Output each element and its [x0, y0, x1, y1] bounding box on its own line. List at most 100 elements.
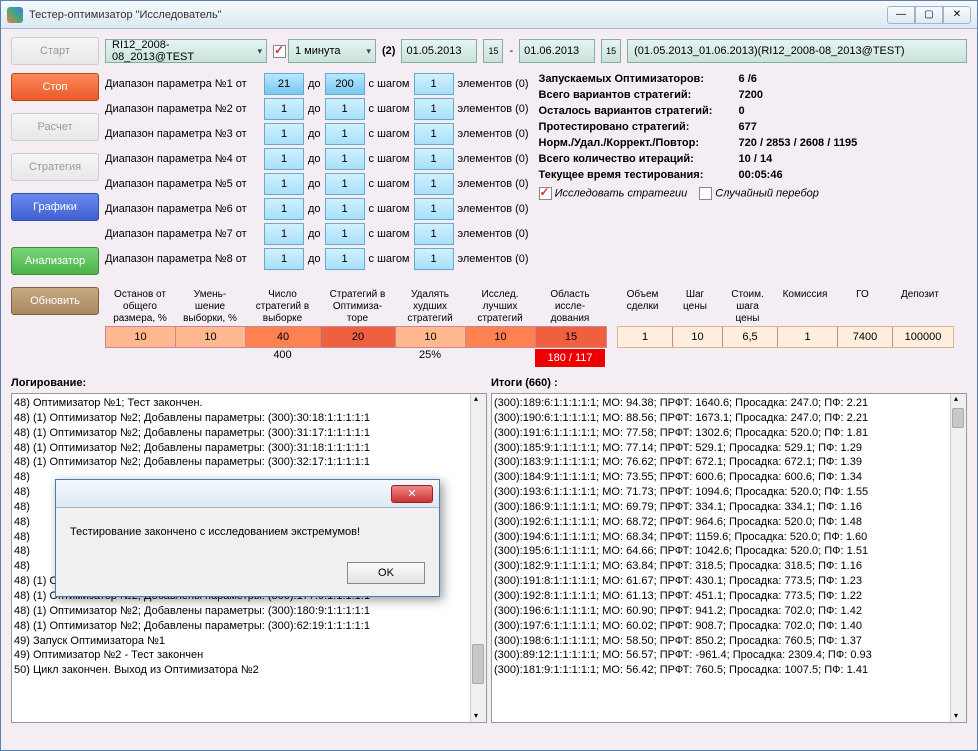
result-line: (300):198:6:1:1:1:1:1; МО: 58.50; ПРФТ: … [494, 634, 964, 649]
app-window: Тестер-оптимизатор "Исследователь" — ▢ ✕… [0, 0, 978, 751]
log-line: 48) Оптимизатор №1; Тест закончен. [14, 396, 484, 411]
results-box[interactable]: (300):189:6:1:1:1:1:1; МО: 94.38; ПРФТ: … [491, 393, 967, 723]
result-line: (300):183:9:1:1:1:1:1; МО: 76.62; ПРФТ: … [494, 455, 964, 470]
param-to-input[interactable]: 1 [325, 98, 365, 120]
random-label: Случайный перебор [715, 187, 819, 199]
param-elem-label: элементов (0) [458, 128, 529, 140]
stat-val-4: 677 [739, 121, 757, 133]
param-from-input[interactable]: 1 [264, 198, 304, 220]
param-from-input[interactable]: 21 [264, 73, 304, 95]
stat-label-1: Запускаемых Оптимизаторов: [539, 73, 739, 85]
below-5: 25% [395, 349, 465, 367]
param-step-input[interactable]: 1 [414, 123, 454, 145]
td-10[interactable]: 6,5 [723, 327, 778, 347]
result-line: (300):190:6:1:1:1:1:1; МО: 88.56; ПРФТ: … [494, 411, 964, 426]
strategy-dropdown[interactable]: RI12_2008-08_2013@TEST [105, 39, 267, 63]
stat-val-3: 0 [739, 105, 745, 117]
param-to-input[interactable]: 200 [325, 73, 365, 95]
param-to-input[interactable]: 1 [325, 198, 365, 220]
td-8[interactable]: 1 [618, 327, 673, 347]
td-1[interactable]: 10 [106, 327, 176, 347]
calc-button[interactable]: Расчет [11, 113, 99, 141]
log-line: 48) (1) Оптимизатор №2; Добавлены параме… [14, 455, 484, 470]
date-to-input[interactable]: 01.06.2013 [519, 39, 595, 63]
param-label: Диапазон параметра №4 от [105, 153, 260, 165]
stat-val-1: 6 /6 [739, 73, 757, 85]
td-13[interactable]: 100000 [893, 327, 953, 347]
param-step-input[interactable]: 1 [414, 223, 454, 245]
param-step-input[interactable]: 1 [414, 173, 454, 195]
param-label: Диапазон параметра №5 от [105, 178, 260, 190]
analyzer-button[interactable]: Анализатор [11, 247, 99, 275]
param-step-input[interactable]: 1 [414, 198, 454, 220]
stat-label-5: Норм./Удал./Коррект./Повтор: [539, 137, 739, 149]
log-line: 48) (1) Оптимизатор №2; Добавлены параме… [14, 441, 484, 456]
calendar-to-icon[interactable]: 15 [601, 39, 621, 63]
result-line: (300):195:6:1:1:1:1:1; МО: 64.66; ПРФТ: … [494, 544, 964, 559]
param-from-input[interactable]: 1 [264, 123, 304, 145]
log-line: 48) (1) Оптимизатор №2; Добавлены параме… [14, 619, 484, 634]
below-3: 400 [245, 349, 320, 367]
results-scrollbar[interactable] [950, 394, 966, 722]
param-to-input[interactable]: 1 [325, 248, 365, 270]
param-from-input[interactable]: 1 [264, 248, 304, 270]
research-checkbox[interactable] [539, 187, 552, 200]
result-line: (300):189:6:1:1:1:1:1; МО: 94.38; ПРФТ: … [494, 396, 964, 411]
param-step-input[interactable]: 1 [414, 98, 454, 120]
stop-button[interactable]: Стоп [11, 73, 99, 101]
param-from-input[interactable]: 1 [264, 223, 304, 245]
random-checkbox[interactable] [699, 187, 712, 200]
start-button[interactable]: Старт [11, 37, 99, 65]
param-to-input[interactable]: 1 [325, 173, 365, 195]
param-row: Диапазон параметра №2 от1до1с шагом1элем… [105, 98, 529, 120]
th-5: Удалять худших стратегий [395, 288, 465, 326]
result-line: (300):194:6:1:1:1:1:1; МО: 68.34; ПРФТ: … [494, 530, 964, 545]
param-label: Диапазон параметра №2 от [105, 103, 260, 115]
param-row: Диапазон параметра №5 от1до1с шагом1элем… [105, 173, 529, 195]
date-from-input[interactable]: 01.05.2013 [401, 39, 477, 63]
td-5[interactable]: 10 [396, 327, 466, 347]
param-from-input[interactable]: 1 [264, 98, 304, 120]
refresh-button[interactable]: Обновить [11, 287, 99, 315]
param-from-input[interactable]: 1 [264, 173, 304, 195]
param-from-input[interactable]: 1 [264, 148, 304, 170]
calendar-from-icon[interactable]: 15 [483, 39, 503, 63]
param-step-input[interactable]: 1 [414, 148, 454, 170]
stat-label-7: Текущее время тестирования: [539, 169, 739, 181]
td-2[interactable]: 10 [176, 327, 246, 347]
td-4[interactable]: 20 [321, 327, 396, 347]
param-step-input[interactable]: 1 [414, 248, 454, 270]
close-button[interactable]: ✕ [943, 6, 971, 24]
result-line: (300):185:9:1:1:1:1:1; МО: 77.14; ПРФТ: … [494, 441, 964, 456]
td-7[interactable]: 15 [536, 327, 606, 347]
th-10: Стоим. шага цены [720, 288, 775, 326]
modal-close-button[interactable]: ✕ [391, 485, 433, 503]
stat-label-6: Всего количество итераций: [539, 153, 739, 165]
minimize-button[interactable]: — [887, 6, 915, 24]
param-step-input[interactable]: 1 [414, 73, 454, 95]
td-3[interactable]: 40 [246, 327, 321, 347]
timeframe-checkbox[interactable] [273, 45, 286, 58]
modal-message: Тестирование закончено с исследованием э… [70, 526, 425, 538]
result-line: (300):89:12:1:1:1:1:1; МО: 56.57; ПРФТ: … [494, 648, 964, 663]
message-dialog: ✕ Тестирование закончено с исследованием… [55, 479, 440, 597]
result-line: (300):196:6:1:1:1:1:1; МО: 60.90; ПРФТ: … [494, 604, 964, 619]
param-row: Диапазон параметра №8 от1до1с шагом1элем… [105, 248, 529, 270]
stat-label-4: Протестировано стратегий: [539, 121, 739, 133]
param-to-input[interactable]: 1 [325, 123, 365, 145]
charts-button[interactable]: Графики [11, 193, 99, 221]
param-to-input[interactable]: 1 [325, 148, 365, 170]
param-to-input[interactable]: 1 [325, 223, 365, 245]
strategy-button[interactable]: Стратегия [11, 153, 99, 181]
th-3: Число стратегий в выборке [245, 288, 320, 326]
timeframe-dropdown[interactable]: 1 минута [288, 39, 376, 63]
window-title: Тестер-оптимизатор "Исследователь" [29, 9, 887, 21]
maximize-button[interactable]: ▢ [915, 6, 943, 24]
td-9[interactable]: 10 [673, 327, 723, 347]
td-11[interactable]: 1 [778, 327, 838, 347]
modal-ok-button[interactable]: OK [347, 562, 425, 584]
log-scrollbar[interactable] [470, 394, 486, 722]
td-6[interactable]: 10 [466, 327, 536, 347]
td-12[interactable]: 7400 [838, 327, 893, 347]
param-elem-label: элементов (0) [458, 178, 529, 190]
